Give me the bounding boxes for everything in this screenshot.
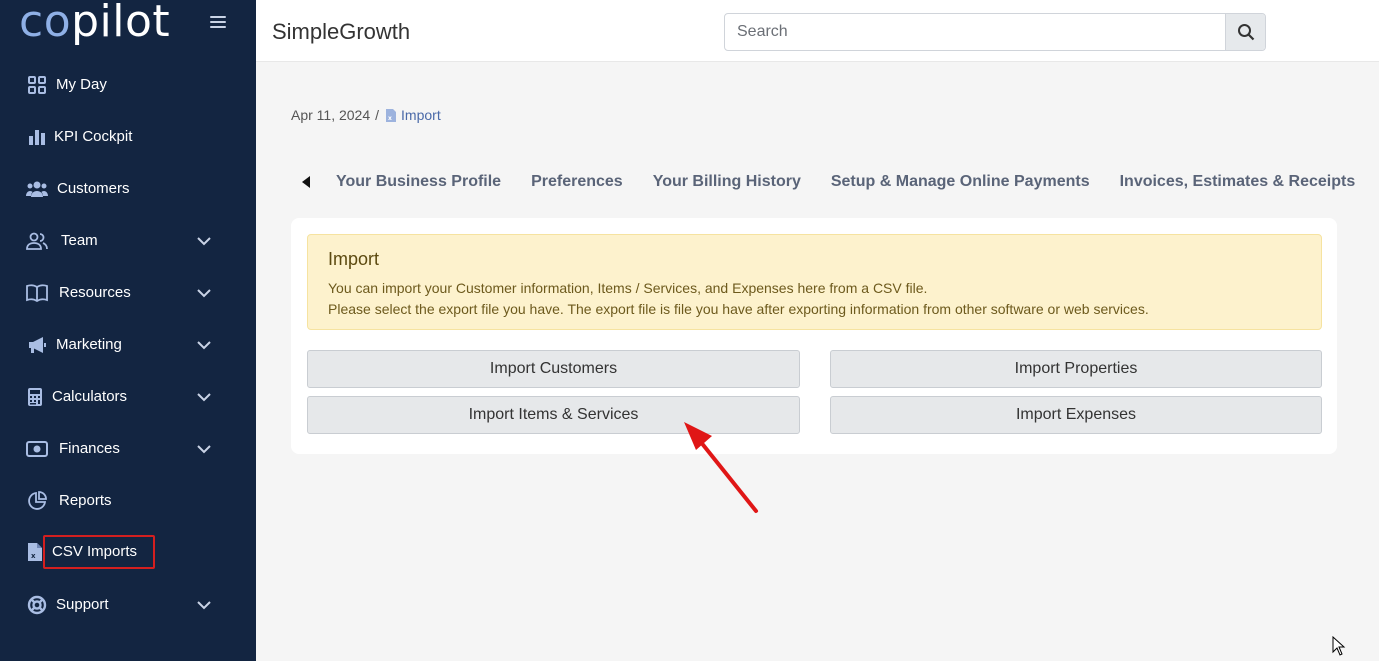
chevron-down-icon[interactable] bbox=[196, 285, 212, 301]
users-icon bbox=[26, 179, 48, 199]
tab-scroll-left-icon[interactable] bbox=[296, 170, 316, 194]
sidebar-item-finances[interactable]: Finances bbox=[0, 423, 256, 475]
menu-toggle-icon[interactable] bbox=[210, 16, 226, 32]
import-info-alert: Import You can import your Customer info… bbox=[307, 234, 1322, 330]
tab-invoices-estimates-receipts[interactable]: Invoices, Estimates & Receipts bbox=[1120, 173, 1356, 191]
chevron-down-icon[interactable] bbox=[196, 337, 212, 353]
copilot-logo[interactable]: copilot bbox=[19, 0, 170, 47]
calculator-icon bbox=[24, 387, 46, 407]
sidebar-item-label: Marketing bbox=[56, 336, 122, 353]
alert-text: You can import your Customer information… bbox=[328, 280, 928, 296]
breadcrumb-current[interactable]: x Import bbox=[385, 107, 441, 123]
sidebar-item-label: Team bbox=[61, 232, 98, 249]
sidebar-item-csv-imports[interactable]: x CSV Imports bbox=[0, 527, 256, 579]
sidebar-item-label: Reports bbox=[59, 492, 112, 509]
sidebar-header: copilot bbox=[0, 0, 256, 56]
csv-file-icon: x bbox=[386, 108, 397, 122]
sidebar: copilot My Day KPI Cockpit Customers Tea… bbox=[0, 0, 256, 661]
tab-online-payments[interactable]: Setup & Manage Online Payments bbox=[831, 173, 1090, 191]
alert-text: Please select the export file you have. … bbox=[328, 301, 1149, 317]
sidebar-item-label: CSV Imports bbox=[52, 543, 138, 560]
sidebar-item-reports[interactable]: Reports bbox=[0, 475, 256, 527]
book-icon bbox=[26, 283, 48, 303]
sidebar-item-label: KPI Cockpit bbox=[54, 128, 133, 145]
import-expenses-button[interactable]: Import Expenses bbox=[830, 396, 1322, 434]
svg-text:x: x bbox=[31, 552, 36, 560]
sidebar-item-kpi-cockpit[interactable]: KPI Cockpit bbox=[0, 111, 256, 163]
bar-chart-icon bbox=[26, 127, 48, 147]
company-name: SimpleGrowth bbox=[272, 19, 411, 44]
import-card: Import You can import your Customer info… bbox=[291, 218, 1337, 454]
grid-icon bbox=[26, 75, 48, 95]
search-box bbox=[724, 13, 1266, 51]
pie-chart-icon bbox=[26, 491, 48, 511]
import-customers-button[interactable]: Import Customers bbox=[307, 350, 800, 388]
chevron-down-icon[interactable] bbox=[196, 389, 212, 405]
sidebar-item-calculators[interactable]: Calculators bbox=[0, 371, 256, 423]
tab-billing-history[interactable]: Your Billing History bbox=[653, 173, 801, 191]
lifebuoy-icon bbox=[26, 595, 48, 615]
sidebar-item-label: Support bbox=[56, 596, 109, 613]
top-header: SimpleGrowth bbox=[256, 0, 1379, 62]
chevron-down-icon[interactable] bbox=[196, 597, 212, 613]
sidebar-item-team[interactable]: Team bbox=[0, 215, 256, 267]
breadcrumb-date: Apr 11, 2024 bbox=[291, 107, 371, 123]
sidebar-item-label: Calculators bbox=[52, 388, 128, 405]
sidebar-item-customers[interactable]: Customers bbox=[0, 163, 256, 215]
tab-preferences[interactable]: Preferences bbox=[531, 173, 623, 191]
megaphone-icon bbox=[26, 335, 48, 355]
alert-title: Import bbox=[328, 249, 380, 269]
breadcrumb: Apr 11, 2024 / x Import bbox=[291, 107, 441, 123]
search-input[interactable] bbox=[725, 14, 1225, 50]
sidebar-item-label: My Day bbox=[56, 76, 107, 93]
search-button[interactable] bbox=[1225, 14, 1265, 50]
sidebar-item-marketing[interactable]: Marketing bbox=[0, 319, 256, 371]
chevron-down-icon[interactable] bbox=[196, 233, 212, 249]
sidebar-nav: My Day KPI Cockpit Customers Team Resour… bbox=[0, 59, 256, 631]
mouse-cursor-icon bbox=[1332, 636, 1346, 656]
sidebar-item-label: Finances bbox=[59, 440, 120, 457]
money-icon bbox=[26, 439, 48, 459]
settings-tabs: Your Business Profile Preferences Your B… bbox=[296, 170, 1379, 194]
search-icon bbox=[1238, 24, 1255, 41]
user-group-icon bbox=[26, 231, 48, 251]
annotation-arrow-icon bbox=[684, 422, 758, 513]
sidebar-item-support[interactable]: Support bbox=[0, 579, 256, 631]
chevron-down-icon[interactable] bbox=[196, 441, 212, 457]
breadcrumb-separator: / bbox=[375, 107, 380, 123]
sidebar-item-resources[interactable]: Resources bbox=[0, 267, 256, 319]
import-properties-button[interactable]: Import Properties bbox=[830, 350, 1322, 388]
sidebar-item-label: Resources bbox=[59, 284, 131, 301]
svg-text:x: x bbox=[388, 115, 392, 122]
sidebar-item-label: Customers bbox=[57, 180, 130, 197]
tab-business-profile[interactable]: Your Business Profile bbox=[336, 173, 501, 191]
sidebar-item-my-day[interactable]: My Day bbox=[0, 59, 256, 111]
